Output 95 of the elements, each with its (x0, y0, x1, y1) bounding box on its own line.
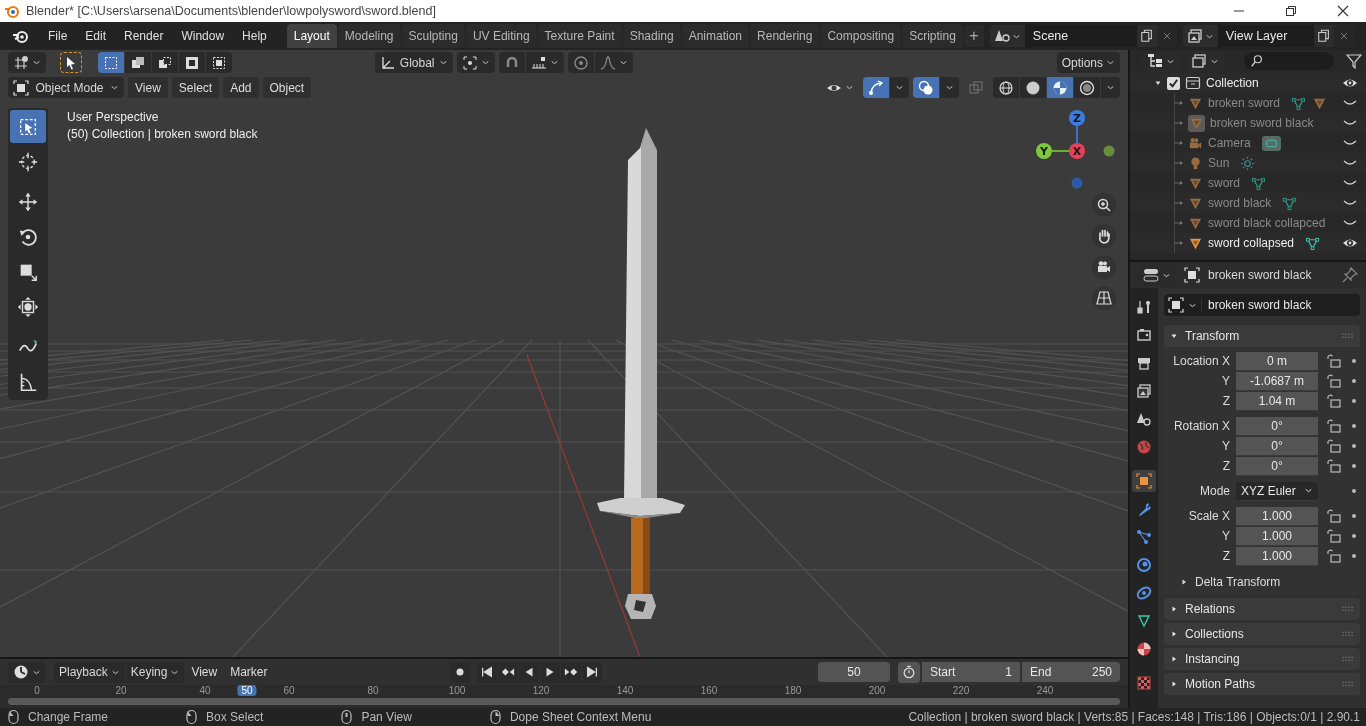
shortcut-hint: Pan View (361, 710, 412, 724)
object-name[interactable]: broken sword (1208, 96, 1281, 110)
workspace-tab[interactable]: Shading (622, 24, 681, 48)
field-label: Y (1221, 529, 1231, 543)
field-label: Scale X (1187, 509, 1231, 523)
workspace-tab[interactable]: Sculpting (401, 24, 465, 48)
timeline-menu-item[interactable]: Marker (224, 661, 274, 683)
field-label: Z (1221, 549, 1231, 563)
object-name-field[interactable]: broken sword black (1164, 294, 1360, 316)
menu-item[interactable]: Window (173, 26, 233, 46)
playhead[interactable]: 50 (237, 685, 257, 696)
panel-header[interactable]: Transform (1164, 325, 1360, 347)
object-name[interactable]: sword black (1208, 196, 1272, 210)
frame-number: 120 (532, 685, 550, 696)
orientation-dropdown[interactable]: Global (374, 52, 453, 73)
workspace-tab[interactable]: Modeling (337, 24, 401, 48)
timeline-menu-dropdown[interactable]: Playback (54, 661, 125, 683)
shortcut-hint: Box Select (206, 710, 264, 724)
collection-name[interactable]: Collection (1206, 76, 1259, 90)
number-field[interactable]: 1.000 (1236, 506, 1318, 526)
object-name[interactable]: broken sword black (1210, 116, 1314, 130)
viewport-info-text: (50) Collection | broken sword black (67, 127, 258, 141)
panel-header[interactable]: Collections (1164, 623, 1360, 645)
field-label: Location X (1172, 354, 1231, 368)
shortcut-hint: Dope Sheet Context Menu (509, 710, 652, 724)
field-label: Z (1221, 394, 1231, 408)
axis-label: Z (1073, 112, 1081, 125)
scene-field[interactable]: Scene (1024, 25, 1137, 47)
menu-item[interactable]: File (40, 26, 76, 46)
menu-item[interactable]: Render (116, 26, 172, 46)
window-title: Blender* [C:\Users\arsena\Documents\blender\lowpolysword\sword.blend] (26, 4, 436, 18)
object-name: broken sword black (1208, 268, 1312, 282)
viewport-menu-item[interactable]: Select (171, 77, 220, 98)
object-name[interactable]: Camera (1208, 136, 1251, 150)
field-label: Mode (1198, 484, 1231, 498)
frame-number: 40 (199, 685, 211, 696)
viewport-menu-item[interactable]: View (128, 77, 168, 98)
start-frame-field[interactable]: Start 1 (922, 662, 1020, 682)
rotation-mode-dropdown[interactable]: XYZ Euler (1236, 481, 1318, 501)
viewport-menu-item[interactable]: Object (262, 77, 312, 98)
viewport-menu-item[interactable]: Add (223, 77, 259, 98)
workspace-tab[interactable]: Scripting (902, 24, 963, 48)
frame-number: 80 (367, 685, 379, 696)
workspace-tab[interactable]: Rendering (750, 24, 820, 48)
frame-number: 180 (784, 685, 802, 696)
frame-number: 0 (34, 685, 40, 696)
object-name[interactable]: sword (1208, 176, 1240, 190)
number-field[interactable]: 0° (1236, 436, 1318, 456)
3d-viewport[interactable]: Global Options Object Mode View Select Add Object User Perspective (50) Collection | broken sword black Z Y X (0, 50, 1128, 657)
number-field[interactable]: -1.0687 m (1236, 371, 1318, 391)
object-name[interactable]: Sun (1208, 156, 1230, 170)
object-name[interactable]: sword black collapced (1208, 216, 1326, 230)
current-frame-field[interactable]: 50 (818, 662, 890, 682)
number-field[interactable]: 1.000 (1236, 546, 1318, 566)
frame-number: 20 (115, 685, 127, 696)
frame-number: 200 (868, 685, 886, 696)
workspace-tab[interactable]: Texture Paint (537, 24, 622, 48)
axis-label: X (1072, 145, 1082, 158)
workspace-tab[interactable]: Layout (286, 24, 337, 48)
frame-number: 140 (616, 685, 634, 696)
field-label: Y (1221, 374, 1231, 388)
view-layer-field[interactable]: View Layer (1217, 25, 1314, 47)
workspace-tab[interactable]: Compositing (820, 24, 902, 48)
frame-number: 160 (700, 685, 718, 696)
field-label: Z (1221, 459, 1231, 473)
mode-dropdown[interactable]: Object Mode (8, 77, 124, 98)
subpanel-header[interactable]: Delta Transform (1164, 571, 1360, 593)
shortcut-hint: Change Frame (28, 710, 109, 724)
panel-header[interactable]: Motion Paths (1164, 673, 1360, 695)
frame-number: 240 (1036, 685, 1054, 696)
end-frame-field[interactable]: End 250 (1022, 662, 1120, 682)
frame-number: 220 (952, 685, 970, 696)
add-workspace-button[interactable]: + (963, 25, 984, 47)
field-label: Rotation X (1172, 419, 1231, 433)
field-label: Y (1221, 439, 1231, 453)
number-field[interactable]: 0° (1236, 456, 1318, 476)
frame-number: 100 (448, 685, 466, 696)
number-field[interactable]: 0° (1236, 416, 1318, 436)
scene-statistics: Collection | broken sword black | Verts:85 | Faces:148 | Tris:186 | Objects:0/1 | 2.90.1 (908, 710, 1360, 724)
workspace-tab[interactable]: Animation (681, 24, 750, 48)
panel-header[interactable]: Instancing (1164, 648, 1360, 670)
number-field[interactable]: 1.04 m (1236, 391, 1318, 411)
object-name[interactable]: sword collapsed (1208, 236, 1295, 250)
number-field[interactable]: 1.000 (1236, 526, 1318, 546)
panel-header[interactable]: Relations (1164, 598, 1360, 620)
options-dropdown[interactable]: Options (1056, 52, 1120, 73)
viewport-info-text: User Perspective (67, 110, 160, 124)
timeline-menu-item[interactable]: View (185, 661, 224, 683)
axis-label: Y (1040, 145, 1048, 158)
menu-item[interactable]: Edit (77, 26, 115, 46)
workspace-tab[interactable]: UV Editing (465, 24, 537, 48)
menu-item[interactable]: Help (234, 26, 275, 46)
frame-number: 60 (283, 685, 295, 696)
timeline-menu-dropdown[interactable]: Keying (125, 661, 185, 683)
number-field[interactable]: 0 m (1236, 351, 1318, 371)
